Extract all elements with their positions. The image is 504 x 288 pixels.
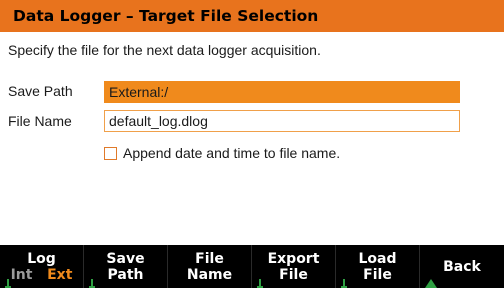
save-path-softkey[interactable]: Save Path [84, 245, 168, 288]
instruction-text: Specify the file for the next data logge… [8, 42, 321, 58]
save-path-softkey-line1: Save [106, 250, 145, 267]
file-name-softkey-line2: Name [186, 266, 233, 283]
log-softkey-label: Log [27, 250, 56, 267]
save-path-softkey-line2: Path [107, 266, 144, 283]
save-path-label: Save Path [8, 83, 73, 99]
save-path-field[interactable]: External:/ [104, 81, 460, 103]
append-datetime-option[interactable]: Append date and time to file name. [104, 144, 340, 162]
load-file-softkey-line2: File [363, 266, 392, 283]
export-file-softkey-line2: File [279, 266, 308, 283]
tick-icon [341, 278, 347, 288]
tick-icon [5, 278, 11, 288]
append-datetime-label: Append date and time to file name. [123, 145, 341, 161]
file-name-softkey[interactable]: File Name [168, 245, 252, 288]
append-datetime-checkbox[interactable] [104, 146, 117, 160]
export-file-softkey-line1: Export [267, 250, 320, 267]
tick-icon [257, 278, 263, 288]
export-file-softkey[interactable]: Export File [252, 245, 336, 288]
file-name-label: File Name [8, 113, 72, 129]
file-name-field[interactable]: default_log.dlog [104, 110, 460, 132]
load-file-softkey[interactable]: Load File [336, 245, 420, 288]
load-file-softkey-line1: Load [358, 250, 397, 267]
log-location-options: Int Ext [0, 267, 83, 283]
log-ext-option: Ext [47, 266, 73, 283]
file-name-softkey-line1: File [195, 250, 224, 267]
back-softkey[interactable]: Back [420, 245, 504, 288]
back-softkey-label: Back [443, 258, 481, 275]
tick-icon [89, 278, 95, 288]
log-softkey[interactable]: Log Int Ext [0, 245, 84, 288]
log-int-option: Int [10, 266, 33, 283]
softkey-bar: Log Int Ext Save Path File Name Export F… [0, 245, 504, 288]
screen-title: Data Logger – Target File Selection [0, 0, 504, 32]
